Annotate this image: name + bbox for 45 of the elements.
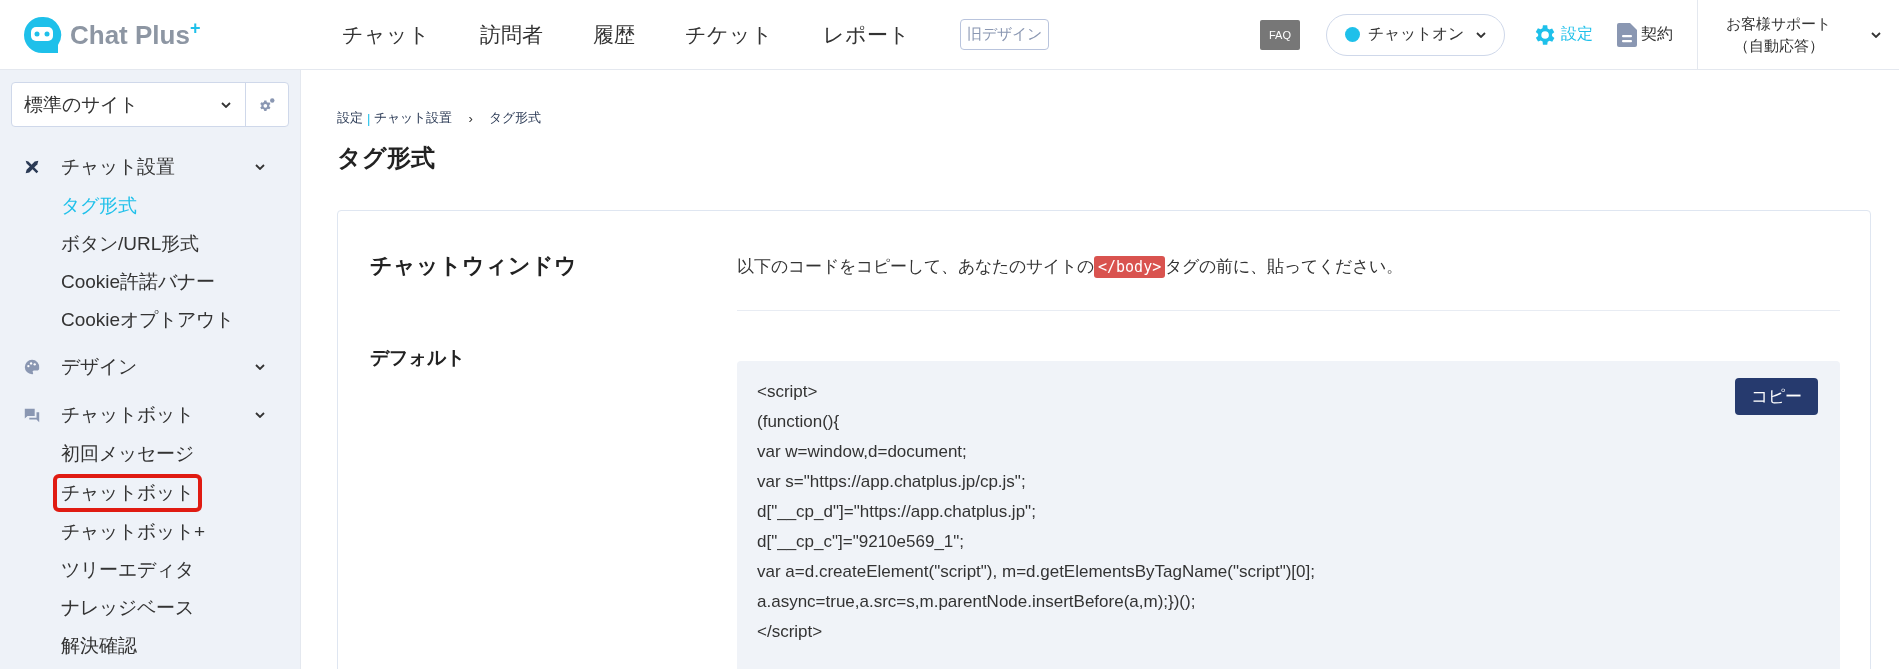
breadcrumb-link[interactable]: 設定 (337, 109, 363, 127)
instruction-text: 以下のコードをコピーして、あなたのサイトの </body> タグの前に、貼ってください。 (737, 255, 1405, 278)
sidebar-item[interactable]: 初回メッセージ (61, 435, 194, 473)
tools-icon (23, 158, 41, 176)
chat-bubbles-icon (23, 406, 41, 424)
body-tag-code: </body> (1094, 256, 1166, 278)
sidebar-item[interactable]: Cookieオプトアウト (61, 301, 235, 339)
nav-link[interactable]: チケット (685, 20, 773, 49)
sidebar-item[interactable]: チャットボット (55, 476, 200, 510)
chevron-down-icon (1871, 31, 1881, 38)
document-icon (1617, 22, 1637, 47)
chevron-down-icon (1476, 31, 1486, 38)
sidebar-item[interactable]: ボタン/URL形式 (61, 225, 200, 263)
nav-link[interactable]: 訪問者 (480, 20, 543, 49)
section-title: チャットウィンドウ (370, 252, 578, 280)
breadcrumb-separator: | (367, 110, 371, 126)
sidebar-section[interactable]: チャット設置 (11, 147, 273, 187)
nav-link[interactable]: 履歴 (593, 20, 635, 49)
breadcrumb-link[interactable]: タグ形式 (488, 109, 541, 127)
nav-link[interactable]: チャット (342, 20, 430, 49)
faq-icon[interactable]: FAQ (1260, 19, 1300, 50)
breadcrumb-separator: › (468, 110, 473, 126)
sidebar-item[interactable]: ナレッジベース (61, 589, 194, 627)
sidebar-item[interactable]: 解決確認 (61, 627, 137, 665)
chevron-down-icon (255, 164, 265, 170)
copy-button[interactable]: コピー (1735, 378, 1818, 415)
chat-bubble-logo-icon (22, 14, 62, 55)
palette-icon (23, 358, 41, 376)
sidebar-item[interactable]: チャットボット+ (61, 513, 206, 551)
breadcrumb-link[interactable]: チャット設置 (374, 109, 453, 127)
sidebar-item[interactable]: ツリーエディタ (61, 551, 194, 589)
subsection-title: デフォルト (370, 346, 466, 370)
nav-link[interactable]: レポート (823, 20, 910, 49)
chevron-down-icon (255, 364, 265, 370)
chevron-down-icon (255, 412, 265, 418)
gears-icon (258, 95, 276, 114)
sidebar-section[interactable]: デザイン (11, 347, 273, 387)
logo-wordmark: Chat Plus$^{+}$ (70, 18, 201, 51)
sidebar-section[interactable]: チャットボット (11, 395, 273, 435)
contract-link[interactable]: 契約 (1617, 22, 1673, 47)
code-snippet: <script> (function(){ var w=window,d=document; var s="https://app.chatplus.jp/cp.js"; d["__cp_d"]="https://app.chatplus.jp"; d["__cp_c"]="9210e569_1"; var a=d.createElement("script"), m=d.getElementsByTagName("script")[0]; a.async=true,a.src=s,m.parentNode.insertBefore(a,m);})(); </script> (757, 381, 1315, 643)
page-title: タグ形式 (337, 143, 436, 173)
chevron-down-icon (221, 101, 231, 108)
chat-status-dropdown[interactable]: チャットオン (1326, 13, 1505, 56)
sidebar-item[interactable]: Cookie許諾バナー (61, 263, 216, 301)
